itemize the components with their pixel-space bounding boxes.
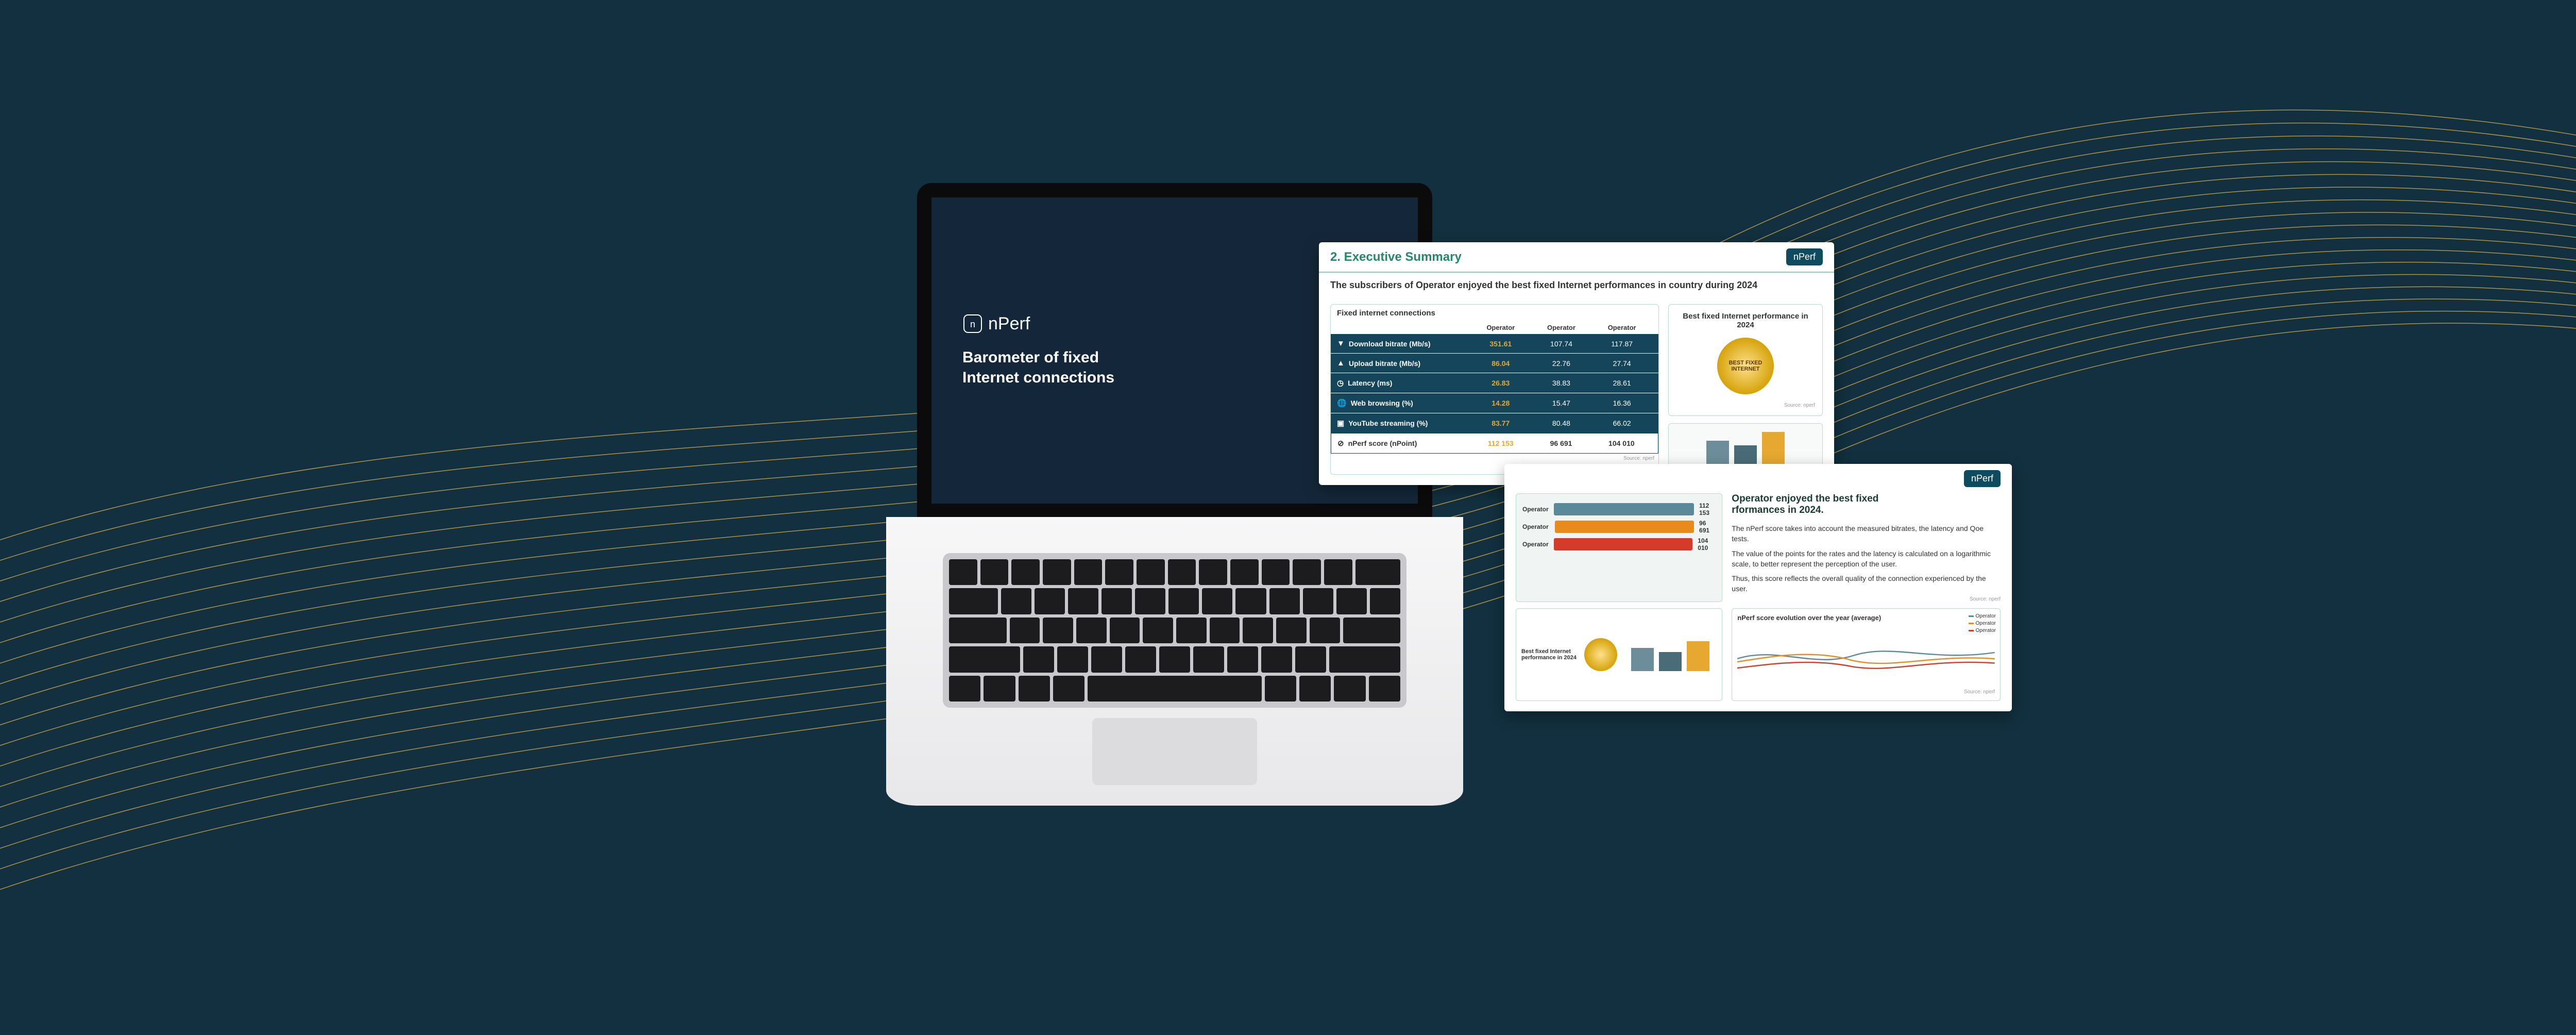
- score-headline-top: Operator enjoyed the best fixed: [1732, 493, 1878, 505]
- nperf-logo: n nPerf: [962, 313, 1114, 334]
- score-val-3: 104 010: [1591, 439, 1652, 447]
- rank-bar: Operator104 010: [1522, 537, 1716, 552]
- score-evolution-chart: nPerf score evolution over the year (ave…: [1732, 608, 2001, 701]
- metric-label: Latency (ms): [1348, 379, 1392, 387]
- rank-bars: Operator112 153 Operator96 691 Operator104…: [1516, 493, 1722, 602]
- table-row: ▲ Upload bitrate (Mb/s) 86.0422.7627.74: [1331, 353, 1658, 373]
- metric-value: 351.61: [1470, 340, 1531, 348]
- metric-label: Download bitrate (Mb/s): [1349, 340, 1431, 348]
- evol-title: nPerf score evolution over the year (ave…: [1737, 614, 1995, 622]
- keyboard: [943, 553, 1406, 708]
- metric-value: 27.74: [1591, 359, 1652, 368]
- award-box: Best fixed Internet performance in 2024 …: [1668, 304, 1823, 416]
- metric-value: 66.02: [1591, 419, 1652, 427]
- nperf-tag-2: nPerf: [1964, 470, 2001, 487]
- medal-icon: [1584, 638, 1617, 671]
- score-label: nPerf score (nPoint): [1348, 439, 1417, 447]
- metric-value: 38.83: [1531, 379, 1592, 387]
- score-val-2: 96 691: [1531, 439, 1591, 447]
- metric-icon: ▲: [1337, 359, 1345, 368]
- col-operator-2: Operator: [1531, 324, 1592, 331]
- metric-label: Upload bitrate (Mb/s): [1349, 359, 1420, 368]
- score-card: nPerf Operator112 153Operator96 691Opera…: [1504, 464, 2012, 711]
- metric-value: 26.83: [1470, 379, 1531, 387]
- award-title: Best fixed Internet performance in 2024: [1676, 312, 1815, 329]
- brand-text: nPerf: [988, 314, 1030, 334]
- table-row: ▣ YouTube streaming (%) 83.7780.4866.02: [1331, 413, 1658, 433]
- nperf-tag: nPerf: [1786, 248, 1823, 265]
- award-mini-box: Best fixed Internet performance in 2024: [1516, 608, 1722, 701]
- score-source: Source: nperf: [1732, 596, 2001, 602]
- metric-table: Fixed internet connections Operator Oper…: [1330, 304, 1659, 475]
- evol-legend: Operator Operator Operator: [1969, 613, 1996, 635]
- table-title: Fixed internet connections: [1331, 305, 1658, 322]
- metric-value: 28.61: [1591, 379, 1652, 387]
- table-row: ◷ Latency (ms) 26.8338.8328.61: [1331, 373, 1658, 393]
- metric-value: 15.47: [1531, 399, 1592, 407]
- laptop-title-line2: Internet connections: [962, 368, 1114, 388]
- col-operator-3: Operator: [1591, 324, 1652, 331]
- metric-value: 107.74: [1531, 340, 1592, 348]
- score-val-1: 112 153: [1470, 439, 1531, 447]
- award-source: Source: nperf: [1676, 403, 1815, 408]
- metric-value: 117.87: [1591, 340, 1652, 348]
- laptop-title-line1: Barometer of fixed: [962, 347, 1114, 368]
- metric-icon: 🌐: [1337, 398, 1347, 408]
- rank-bar: Operator112 153: [1522, 502, 1716, 516]
- table-row: ▼ Download bitrate (Mb/s) 351.61107.74117.…: [1331, 333, 1658, 353]
- metric-icon: ◷: [1337, 378, 1344, 388]
- score-desc-3: Thus, this score reflects the overall qu…: [1732, 571, 2001, 596]
- score-desc-2: The value of the points for the rates an…: [1732, 546, 2001, 572]
- score-desc-1: The nPerf score takes into account the m…: [1732, 521, 2001, 546]
- metric-icon: ▣: [1337, 419, 1344, 428]
- metric-value: 16.36: [1591, 399, 1652, 407]
- metric-label: Web browsing (%): [1351, 399, 1413, 407]
- metric-value: 22.76: [1531, 359, 1592, 368]
- metric-value: 14.28: [1470, 399, 1531, 407]
- metric-value: 86.04: [1470, 359, 1531, 368]
- svg-text:n: n: [970, 319, 975, 329]
- table-row: 🌐 Web browsing (%) 14.2815.4716.36: [1331, 393, 1658, 413]
- metric-label: YouTube streaming (%): [1348, 419, 1428, 427]
- exec-title: 2. Executive Summary: [1330, 250, 1462, 264]
- metric-icon: ▼: [1337, 339, 1345, 348]
- metric-value: 83.77: [1470, 419, 1531, 427]
- exec-subtitle: The subscribers of Operator enjoyed the …: [1319, 273, 1834, 298]
- executive-summary-card: 2. Executive Summary nPerf The subscribe…: [1319, 242, 1834, 485]
- award-medal-icon: BEST FIXED INTERNET: [1717, 338, 1774, 394]
- score-headline-bottom: rformances in 2024.: [1732, 505, 1878, 516]
- col-operator-1: Operator: [1470, 324, 1531, 331]
- table-source: Source: nperf: [1331, 454, 1658, 463]
- award-mini-title: Best fixed Internet performance in 2024: [1521, 648, 1578, 661]
- metric-value: 80.48: [1531, 419, 1592, 427]
- score-headline: Operator enjoyed the best fixed rformanc…: [1732, 493, 2001, 516]
- trackpad: [1092, 718, 1257, 785]
- laptop-title: Barometer of fixed Internet connections: [962, 347, 1114, 388]
- evol-source: Source: nperf: [1737, 689, 1995, 695]
- rank-bar: Operator96 691: [1522, 520, 1716, 534]
- score-row: ⊘ nPerf score (nPoint) 112 153 96 691 104…: [1331, 433, 1658, 454]
- score-icon: ⊘: [1337, 439, 1344, 448]
